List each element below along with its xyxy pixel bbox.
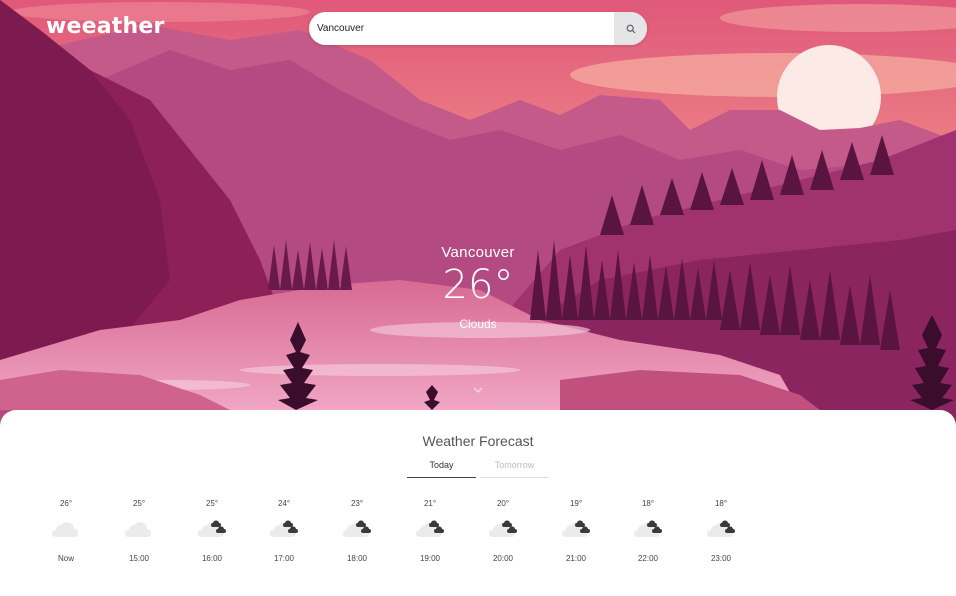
- current-weather: Vancouver 26° Clouds: [378, 244, 578, 331]
- dark-clouds-icon: [415, 515, 445, 541]
- hourly-temperature: 25°: [132, 499, 146, 508]
- forecast-title: Weather Forecast: [422, 433, 534, 449]
- hero-background: weeather Vancouver 26° Clouds: [0, 0, 956, 430]
- forecast-panel: Weather Forecast Today Tomorrow 26° Now 25…: [0, 410, 956, 596]
- hourly-time: 18:00: [346, 554, 368, 563]
- hourly-temperature: 19°: [569, 499, 583, 508]
- dark-clouds-icon: [197, 515, 227, 541]
- hourly-temperature: 24°: [277, 499, 291, 508]
- hourly-time: 20:00: [492, 554, 514, 563]
- hourly-forecast-item: 20° 20:00: [467, 499, 539, 563]
- app-logo[interactable]: weeather: [46, 14, 165, 39]
- hourly-temperature: 21°: [423, 499, 437, 508]
- hourly-time: 15:00: [128, 554, 150, 563]
- hourly-forecast-item: 26° Now: [30, 499, 102, 563]
- hourly-forecast-item: 24° 17:00: [248, 499, 320, 563]
- search-button[interactable]: [614, 12, 647, 45]
- dark-clouds-icon: [633, 515, 663, 541]
- hourly-time: 16:00: [201, 554, 223, 563]
- hourly-forecast-item: 25° 16:00: [176, 499, 248, 563]
- hourly-forecast-item: 21° 19:00: [394, 499, 466, 563]
- tab-today[interactable]: Today: [407, 457, 476, 478]
- tab-tomorrow[interactable]: Tomorrow: [480, 457, 549, 478]
- search-bar: [309, 12, 647, 45]
- hourly-temperature: 18°: [714, 499, 728, 508]
- hourly-temperature: 18°: [641, 499, 655, 508]
- forecast-tabs: Today Tomorrow: [407, 457, 549, 478]
- hourly-time: 21:00: [565, 554, 587, 563]
- search-icon: [626, 24, 635, 33]
- hourly-forecast-item: 19° 21:00: [540, 499, 612, 563]
- dark-clouds-icon: [561, 515, 591, 541]
- hourly-forecast-item: 25° 15:00: [103, 499, 175, 563]
- chevron-down-icon[interactable]: [471, 384, 485, 396]
- hourly-time: 23:00: [710, 554, 732, 563]
- current-temperature: 26°: [442, 262, 514, 308]
- hourly-forecast-item: 18° 23:00: [685, 499, 757, 563]
- current-city: Vancouver: [441, 244, 515, 261]
- hourly-time: 22:00: [637, 554, 659, 563]
- hourly-temperature: 26°: [59, 499, 73, 508]
- mountain-landscape-illustration: [0, 0, 956, 430]
- cloud-icon: [51, 515, 81, 541]
- hourly-temperature: 25°: [205, 499, 219, 508]
- hourly-forecast-item: 23° 18:00: [321, 499, 393, 563]
- cloud-icon: [124, 515, 154, 541]
- search-input[interactable]: [309, 12, 614, 45]
- hourly-forecast-list: 26° Now 25° 15:00 25° 16:00 24° 17:00 23° 18:00 21…: [30, 499, 770, 569]
- hourly-time: Now: [57, 554, 74, 563]
- dark-clouds-icon: [342, 515, 372, 541]
- hourly-forecast-item: 18° 22:00: [612, 499, 684, 563]
- hourly-time: 17:00: [273, 554, 295, 563]
- hourly-temperature: 20°: [496, 499, 510, 508]
- hourly-time: 19:00: [419, 554, 441, 563]
- dark-clouds-icon: [488, 515, 518, 541]
- hourly-temperature: 23°: [350, 499, 364, 508]
- current-condition: Clouds: [459, 317, 497, 331]
- dark-clouds-icon: [269, 515, 299, 541]
- dark-clouds-icon: [706, 515, 736, 541]
